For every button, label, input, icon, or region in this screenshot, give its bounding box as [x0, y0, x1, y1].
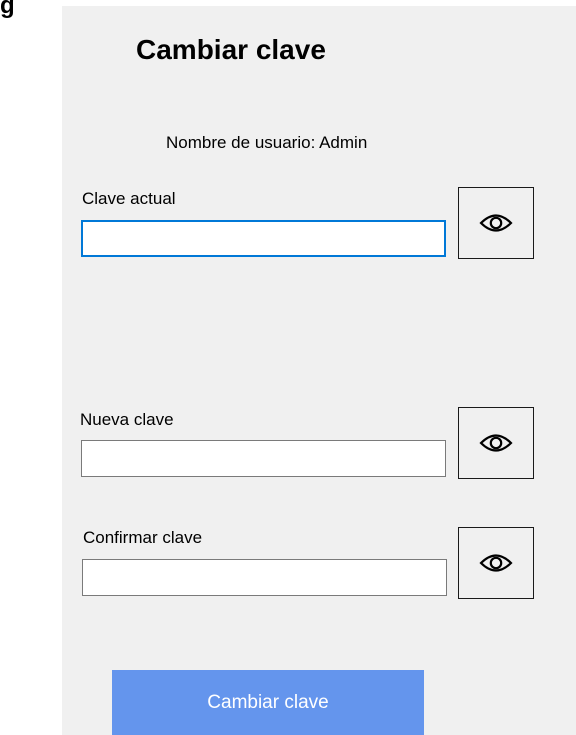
dialog-title: Cambiar clave: [136, 34, 326, 65]
show-current-password-button[interactable]: [458, 187, 534, 259]
eye-icon: [479, 434, 513, 452]
show-confirm-password-button[interactable]: [458, 527, 534, 599]
current-password-input[interactable]: [81, 220, 446, 257]
username-display: Nombre de usuario: Admin: [166, 133, 368, 152]
change-password-dialog: Cambiar clave Nombre de usuario: Admin C…: [62, 6, 576, 735]
new-password-label: Nueva clave: [80, 410, 174, 429]
new-password-input[interactable]: [81, 440, 446, 477]
eye-icon: [479, 554, 513, 572]
current-password-label: Clave actual: [82, 189, 176, 208]
change-password-button[interactable]: Cambiar clave: [112, 670, 424, 735]
confirm-password-label: Confirmar clave: [83, 528, 203, 547]
confirm-password-input[interactable]: [82, 559, 447, 596]
window-title-fragment: g: [0, 0, 15, 19]
show-new-password-button[interactable]: [458, 407, 534, 479]
eye-icon: [479, 214, 513, 232]
